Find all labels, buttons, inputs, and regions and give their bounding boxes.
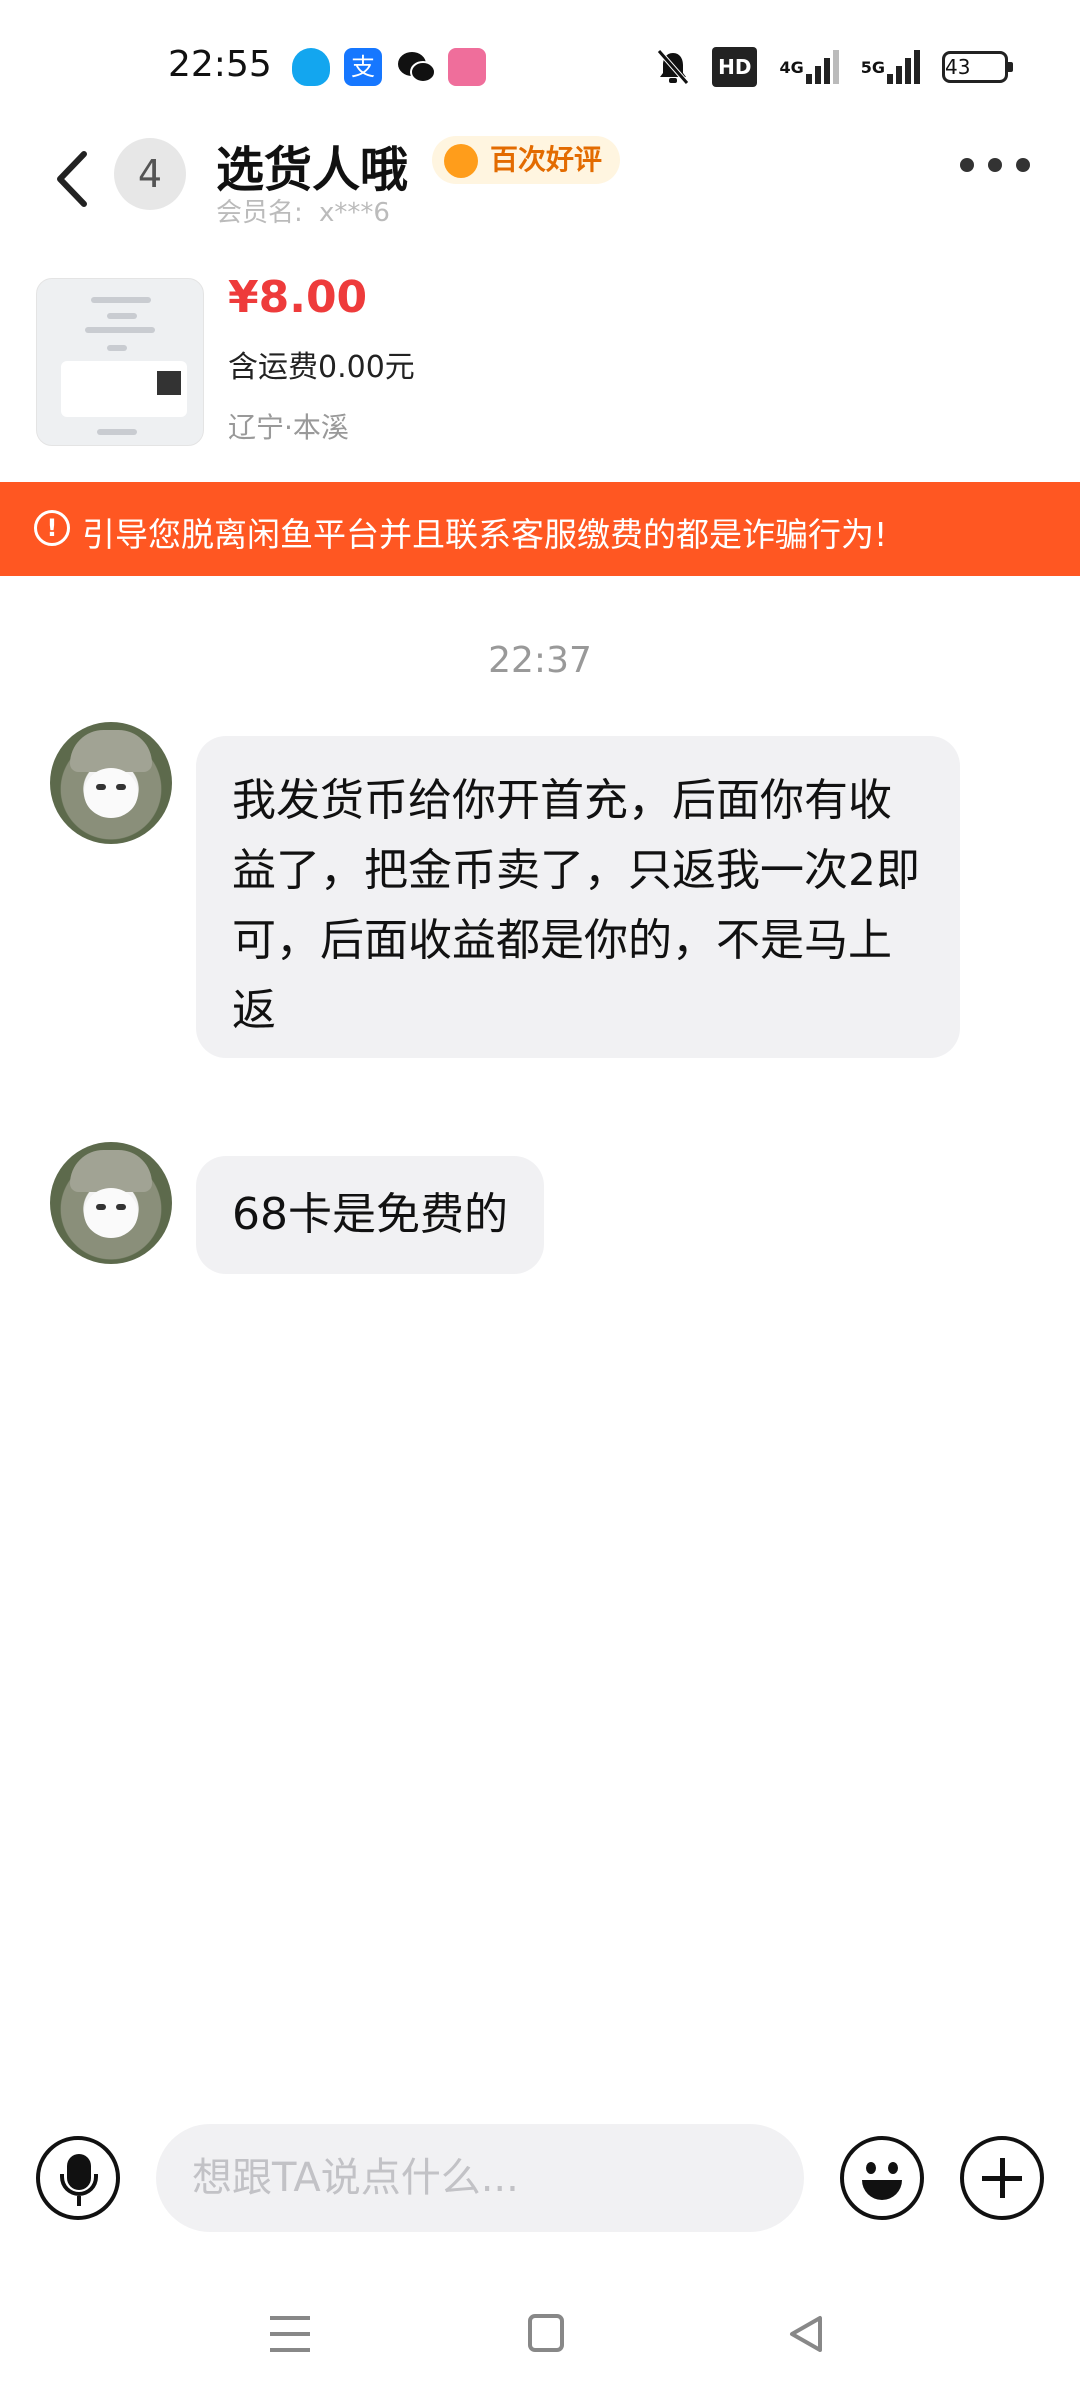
4g-signal-icon: 4G	[779, 47, 839, 87]
member-value: x***6	[319, 198, 390, 228]
avatar[interactable]	[50, 722, 172, 844]
product-price: ¥8.00	[228, 272, 368, 323]
nav-menu-button[interactable]	[270, 2316, 310, 2352]
voice-input-button[interactable]	[36, 2136, 120, 2220]
message-bubble[interactable]: 我发货币给你开首充，后面你有收益了，把金币卖了，只返我一次2即可，后面收益都是你…	[196, 736, 960, 1058]
nav-home-button[interactable]	[528, 2314, 564, 2352]
wechat-icon	[396, 48, 436, 86]
more-actions-button[interactable]	[960, 2136, 1044, 2220]
member-name: 会员名: x***6	[216, 192, 390, 229]
status-bar: 22:55 支 HD 4G 5G 43	[0, 0, 1080, 140]
product-location: 辽宁·本溪	[228, 411, 349, 444]
triangle-back-icon	[790, 2316, 822, 2352]
more-dot-icon	[988, 158, 1002, 172]
chat-timestamp: 22:37	[488, 640, 592, 681]
bilibili-icon	[448, 48, 486, 86]
more-options-button[interactable]	[960, 158, 1030, 172]
chevron-left-icon	[57, 151, 87, 207]
more-dot-icon	[1016, 158, 1030, 172]
alert-icon: !	[34, 510, 70, 546]
fraud-warning-banner: ! 引导您脱离闲鱼平台并且联系客服缴费的都是诈骗行为!	[0, 482, 1080, 576]
nav-back-button[interactable]	[786, 2314, 826, 2358]
status-time: 22:55	[168, 44, 272, 85]
review-badge[interactable]: 百次好评	[432, 136, 621, 184]
thumbs-up-icon	[444, 144, 478, 178]
product-shipping: 含运费0.00元	[228, 350, 415, 385]
battery-icon: 43	[942, 51, 1013, 83]
avatar[interactable]	[50, 1142, 172, 1264]
qq-icon	[292, 48, 330, 86]
5g-signal-icon: 5G	[861, 47, 920, 87]
message-bubble[interactable]: 68卡是免费的	[196, 1156, 544, 1274]
more-dot-icon	[960, 158, 974, 172]
emoji-button[interactable]	[840, 2136, 924, 2220]
back-button[interactable]	[48, 144, 98, 214]
review-badge-label: 百次好评	[490, 143, 603, 176]
emoji-icon	[866, 2162, 876, 2174]
mute-icon	[656, 47, 690, 87]
message-input[interactable]	[156, 2124, 804, 2232]
product-thumbnail[interactable]	[36, 278, 204, 446]
unread-count-badge: 4	[114, 138, 186, 210]
contact-name[interactable]: 选货人哦	[216, 130, 408, 200]
hd-icon: HD	[712, 47, 758, 87]
warning-text: 引导您脱离闲鱼平台并且联系客服缴费的都是诈骗行为!	[82, 515, 888, 554]
member-label: 会员名:	[216, 198, 303, 228]
alipay-icon: 支	[344, 48, 382, 86]
